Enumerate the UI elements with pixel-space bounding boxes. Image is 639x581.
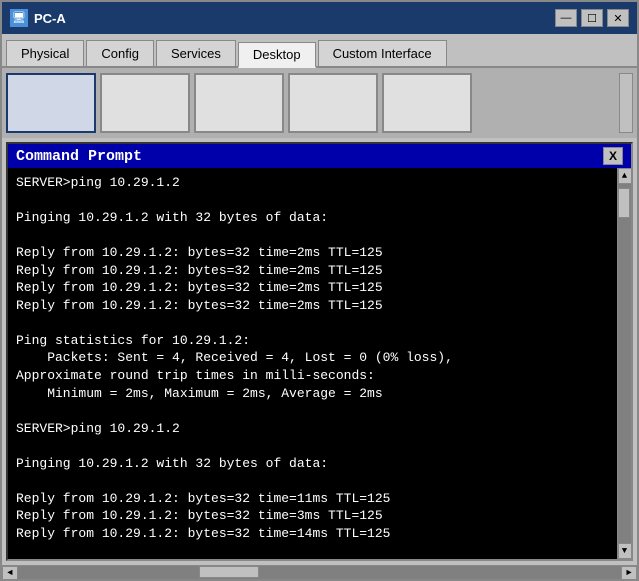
thumb-3[interactable] (194, 73, 284, 133)
thumbnail-scrollbar[interactable] (619, 73, 633, 133)
cmd-title-bar: Command Prompt X (8, 144, 631, 168)
window-title: PC-A (34, 11, 555, 26)
tab-custom-interface[interactable]: Custom Interface (318, 40, 447, 66)
close-button[interactable]: ✕ (607, 9, 629, 27)
thumb-2[interactable] (100, 73, 190, 133)
tab-services[interactable]: Services (156, 40, 236, 66)
scroll-right-arrow[interactable]: ► (621, 566, 637, 580)
cmd-close-button[interactable]: X (603, 147, 623, 165)
thumb-1[interactable] (6, 73, 96, 133)
h-scroll-thumb[interactable] (199, 566, 259, 578)
tab-desktop[interactable]: Desktop (238, 42, 316, 68)
terminal-output[interactable]: SERVER>ping 10.29.1.2 Pinging 10.29.1.2 … (8, 168, 617, 559)
horizontal-scrollbar: ◄ ► (2, 565, 637, 579)
scroll-up-arrow[interactable]: ▲ (618, 168, 632, 184)
scroll-track[interactable] (618, 184, 631, 543)
scroll-thumb[interactable] (618, 188, 630, 218)
thumbnail-bar (2, 68, 637, 138)
terminal-scrollbar: ▲ ▼ (617, 168, 631, 559)
tab-config[interactable]: Config (86, 40, 154, 66)
minimize-button[interactable]: — (555, 9, 577, 27)
title-bar: 🖥 PC-A — ☐ ✕ (2, 2, 637, 34)
window-controls: — ☐ ✕ (555, 9, 629, 27)
h-scroll-track[interactable] (18, 566, 621, 579)
terminal-wrapper: SERVER>ping 10.29.1.2 Pinging 10.29.1.2 … (8, 168, 631, 559)
scroll-down-arrow[interactable]: ▼ (618, 543, 632, 559)
tab-physical[interactable]: Physical (6, 40, 84, 66)
main-content: Command Prompt X SERVER>ping 10.29.1.2 P… (2, 138, 637, 579)
app-window: 🖥 PC-A — ☐ ✕ Physical Config Services De… (0, 0, 639, 581)
tab-bar: Physical Config Services Desktop Custom … (2, 34, 637, 68)
cmd-title: Command Prompt (16, 148, 142, 165)
maximize-button[interactable]: ☐ (581, 9, 603, 27)
app-icon: 🖥 (10, 9, 28, 27)
thumb-5[interactable] (382, 73, 472, 133)
cmd-panel: Command Prompt X SERVER>ping 10.29.1.2 P… (6, 142, 633, 561)
scroll-left-arrow[interactable]: ◄ (2, 566, 18, 580)
thumb-4[interactable] (288, 73, 378, 133)
